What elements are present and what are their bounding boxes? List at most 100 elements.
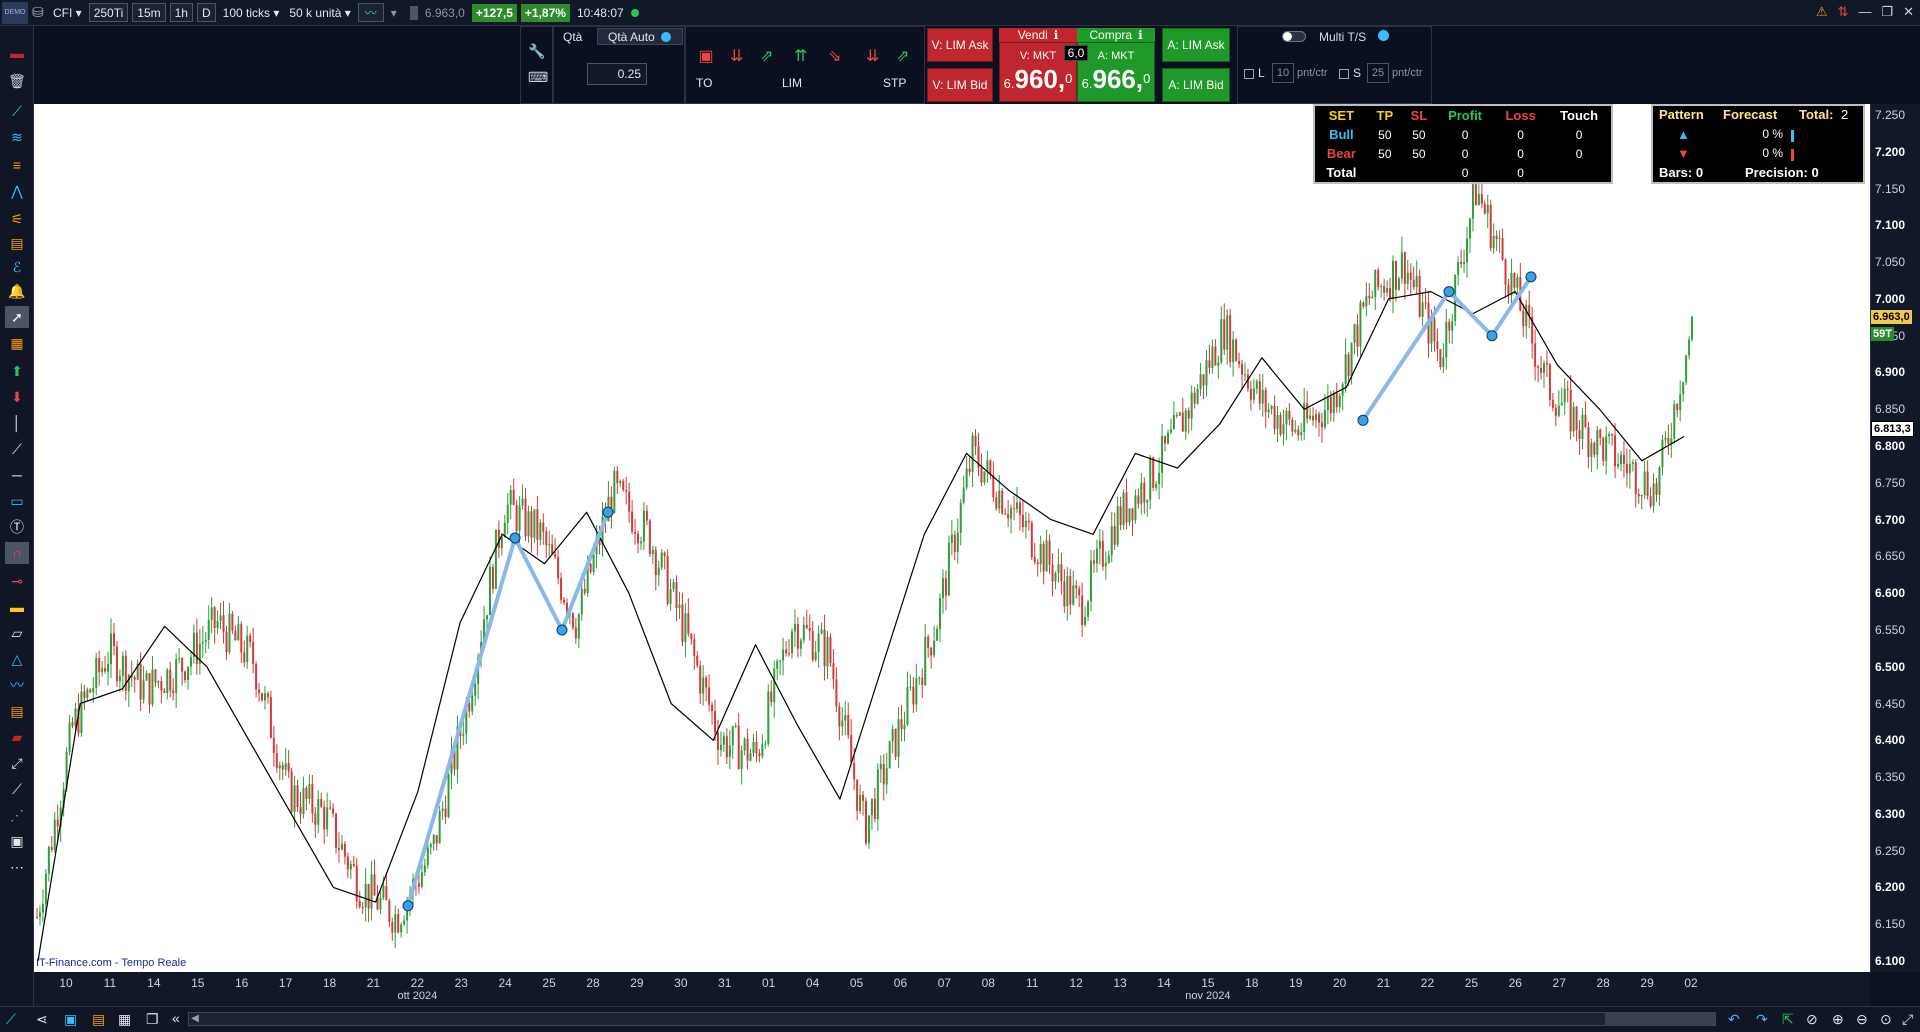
arrow-up-icon[interactable]: ⬆ (5, 360, 29, 382)
lim-sell-green-icon[interactable]: ⇗ (760, 46, 773, 66)
eraser-icon[interactable]: ▰ (5, 726, 29, 748)
s-points-input[interactable]: 25 (1367, 63, 1389, 83)
magnet-icon[interactable]: ∩ (5, 542, 29, 564)
candle-body (486, 615, 489, 620)
triangle-icon[interactable]: △ (5, 648, 29, 670)
sell-lim-bid-button[interactable]: V: LIM Bid (927, 68, 993, 102)
candle-body (471, 695, 474, 712)
l-points-input[interactable]: 10 (1272, 63, 1294, 83)
trash-icon[interactable]: 🗑 (5, 70, 29, 92)
path-icon[interactable]: ⋰ (5, 804, 29, 826)
scroll-left-icon[interactable]: « (172, 1010, 180, 1026)
horizontal-scrollbar[interactable]: ◀ (188, 1012, 1716, 1026)
gann-icon[interactable]: ▤ (5, 232, 29, 254)
sell-lim-ask-button[interactable]: V: LIM Ask (927, 28, 993, 62)
elliott-icon[interactable]: ℰ (5, 256, 29, 278)
line-icon[interactable]: ⟋ (5, 778, 29, 800)
channel-icon[interactable]: ▦ (5, 332, 29, 354)
scroll-arrow-left-icon[interactable]: ◀ (189, 1013, 201, 1025)
buy-lim-ask-button[interactable]: A: LIM Ask (1162, 28, 1230, 62)
undo-icon[interactable]: ↶ (1728, 1011, 1740, 1028)
lim-sell-icon[interactable]: ⇊ (730, 46, 743, 66)
warning-icon[interactable]: ⚠ (1816, 4, 1828, 20)
redo-icon[interactable]: ↷ (1756, 1011, 1768, 1028)
quantity-input[interactable]: 0.25 (587, 63, 647, 85)
more-icon[interactable]: ⋯ (5, 856, 29, 878)
units-selector[interactable]: 50 k unità ▾ (286, 6, 353, 20)
scrollbar-thumb[interactable] (1605, 1013, 1715, 1025)
measure-icon[interactable]: ▱ (5, 622, 29, 644)
stp-sell-icon[interactable]: ⇊ (866, 46, 879, 66)
account-icon[interactable]: ⛁ (32, 4, 46, 21)
candle-body (391, 921, 394, 933)
level-line-icon[interactable]: ▬ (5, 596, 29, 618)
text-icon[interactable]: Ⓣ (5, 516, 29, 538)
stp-buy-icon[interactable]: ⇗ (896, 46, 909, 66)
multi-ts-toggle[interactable] (1282, 31, 1306, 42)
pointer-icon[interactable]: ➚ (5, 306, 29, 328)
zoom-in-icon[interactable]: ⊕ (1832, 1011, 1844, 1028)
candle-body (1652, 483, 1655, 507)
chart-icon[interactable]: ⟋ (6, 1011, 16, 1028)
screenshot-icon[interactable]: ▣ (5, 830, 29, 852)
price-chart[interactable] (34, 104, 1870, 972)
buy-market-button[interactable]: A: MKT 6.966,0 (1077, 42, 1155, 102)
pattern-icon[interactable]: ⋀ (5, 180, 29, 202)
expand-icon[interactable]: ⤢ (1902, 1011, 1913, 1028)
restore-icon[interactable]: ❐ (1881, 4, 1893, 20)
wave-icon[interactable]: 〰 (5, 674, 29, 696)
auto-scale-icon[interactable]: ⇱ (1782, 1011, 1794, 1028)
chart-type-icon[interactable]: 〰 (357, 3, 384, 22)
zoom-out-icon[interactable]: ⊖ (1856, 1011, 1868, 1028)
zigzag-icon[interactable]: ≋ (5, 126, 29, 148)
lim-buy-red-icon[interactable]: ⇘ (828, 46, 841, 66)
list-icon[interactable]: ▤ (92, 1011, 105, 1028)
to-order-icon[interactable]: ▣ (694, 46, 718, 66)
lim-buy-icon[interactable]: ⇈ (794, 46, 807, 66)
timeframe-1h-button[interactable]: 1h (169, 3, 193, 22)
instrument-selector[interactable]: CFI ▾ (50, 6, 85, 20)
minimize-icon[interactable]: — (1858, 4, 1871, 20)
segment-icon[interactable]: ⤢ (5, 752, 29, 774)
candle-body (921, 677, 924, 685)
vertical-line-icon[interactable]: │ (5, 412, 29, 434)
chevron-down-icon[interactable]: ▾ (388, 6, 400, 20)
price-axis[interactable]: 7.2507.2007.1507.1007.0507.0006.9506.900… (1870, 104, 1920, 972)
window-icon[interactable]: ❐ (146, 1011, 159, 1028)
fan-icon[interactable]: ⚟ (5, 208, 29, 230)
close-icon[interactable]: ✕ (1903, 4, 1914, 20)
l-checkbox[interactable] (1244, 69, 1254, 79)
keyboard-icon[interactable]: ⌨ (528, 69, 548, 86)
alert-bell-icon[interactable]: 🔔 (5, 280, 29, 302)
ray-icon[interactable]: ⟋ (5, 438, 29, 460)
zoom-reset-icon[interactable]: ⊘ (1806, 1011, 1818, 1028)
candle-body (1178, 412, 1181, 416)
ticks-selector[interactable]: 100 ticks ▾ (220, 6, 283, 20)
candle-body (1534, 343, 1537, 367)
horizontal-line-icon[interactable]: ─ (5, 464, 29, 486)
sync-icon[interactable]: ⇅ (1838, 4, 1849, 20)
stats-cell: 50 (1412, 146, 1426, 161)
timeframe-d-button[interactable]: D (196, 3, 216, 22)
ruler-icon[interactable]: ▬ (5, 42, 29, 64)
wrench-icon[interactable]: 🔧 (528, 43, 545, 60)
price-line-icon[interactable]: ⊸ (5, 570, 29, 592)
zoom-fit-icon[interactable]: ⊙ (1880, 1011, 1892, 1028)
qta-auto-toggle[interactable]: Qtà Auto (597, 28, 683, 45)
timeframe-15m-button[interactable]: 15m (132, 3, 166, 22)
rectangle-icon[interactable]: ▭ (5, 490, 29, 512)
arrow-down-icon[interactable]: ⬇ (5, 386, 29, 408)
layout-icon[interactable]: ▣ (64, 1011, 77, 1028)
time-axis[interactable]: 10 11 14 15 16 17 18 21 22 23 24 25 28 29 30 31 01 04 05 06… (34, 972, 1870, 1006)
fibonacci-icon[interactable]: ≡ (5, 154, 29, 176)
candle-body (1312, 415, 1315, 421)
ticks-box[interactable]: 250Ti (88, 3, 129, 22)
candle-body (628, 491, 631, 512)
buy-lim-bid-button[interactable]: A: LIM Bid (1162, 68, 1230, 102)
gann-grid-icon[interactable]: ▤ (5, 700, 29, 722)
share-icon[interactable]: ⋖ (36, 1011, 48, 1028)
candle-body (1415, 276, 1418, 288)
grid-icon[interactable]: ▦ (118, 1011, 131, 1028)
s-checkbox[interactable] (1339, 69, 1349, 79)
trendline-icon[interactable]: ⟋ (5, 100, 29, 122)
